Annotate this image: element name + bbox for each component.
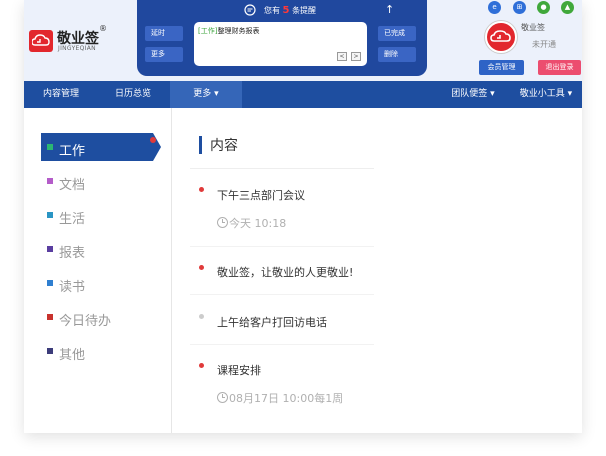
divider <box>190 168 374 169</box>
clock-icon <box>217 392 228 403</box>
header: 敬业签 ® JINGYEQIAN 您有 5 条提醒 ↑ 延时 更多 [工作]整理… <box>24 0 582 81</box>
content-panel: 内容 下午三点部门会议 今天 10:18 敬业签，让敬业的人更敬业! 上午给客户… <box>172 108 582 433</box>
entry-status-dot <box>199 187 204 192</box>
entry-time: 08月17日 10:00每1周 <box>217 390 343 406</box>
android-icon[interactable]: ▲ <box>561 1 574 14</box>
entry-title[interactable]: 课程安排 <box>217 362 261 378</box>
entry-title[interactable]: 上午给客户打回访电话 <box>217 314 327 330</box>
app-window: 敬业签 ® JINGYEQIAN 您有 5 条提醒 ↑ 延时 更多 [工作]整理… <box>24 0 582 433</box>
done-button[interactable]: 已完成 <box>378 26 416 41</box>
sidebar-item-label: 生活 <box>59 212 86 227</box>
chevron-down-icon: ▾ <box>490 89 495 99</box>
sidebar-item-docs[interactable]: 文档 <box>41 167 153 195</box>
reminder-text: 您有 5 条提醒 <box>264 5 316 16</box>
note-body: 整理财务报表 <box>217 27 260 35</box>
reminder-count: 5 <box>282 5 290 16</box>
arrow-up-icon[interactable]: ↑ <box>385 3 394 16</box>
chevron-down-icon: ▾ <box>214 89 219 99</box>
sidebar-item-label: 读书 <box>59 280 86 295</box>
note-text: [工作]整理财务报表 <box>198 26 259 36</box>
entry-time-text: 今天 10:18 <box>229 217 287 230</box>
logo-icon <box>29 30 53 52</box>
sidebar-item-label: 其他 <box>59 348 86 363</box>
entry-time: 今天 10:18 <box>217 215 286 231</box>
windows-icon[interactable]: ⊞ <box>513 1 526 14</box>
prev-note-button[interactable]: < <box>337 52 347 61</box>
clock-icon <box>217 217 228 228</box>
category-color <box>47 280 53 286</box>
category-color <box>47 348 53 354</box>
reminder-suffix: 条提醒 <box>292 6 317 15</box>
registered-mark: ® <box>99 24 107 33</box>
entry-status-dot <box>199 363 204 368</box>
entry-title[interactable]: 下午三点部门会议 <box>217 187 305 203</box>
entry-title[interactable]: 敬业签，让敬业的人更敬业! <box>217 264 353 280</box>
reminder-panel: 您有 5 条提醒 ↑ 延时 更多 [工作]整理财务报表 < > 已完成 删除 <box>137 0 427 76</box>
page-title: 内容 <box>210 138 238 154</box>
nav-more[interactable]: 更多 ▾ <box>170 81 242 108</box>
nav-team[interactable]: 团队便签 ▾ <box>440 81 506 108</box>
divider <box>190 246 374 247</box>
chevron-down-icon: ▾ <box>567 89 573 99</box>
delete-button[interactable]: 删除 <box>378 47 416 62</box>
unread-dot <box>150 137 156 143</box>
entry-status-dot <box>199 265 204 270</box>
next-note-button[interactable]: > <box>351 52 361 61</box>
member-button[interactable]: 会员管理 <box>479 60 524 75</box>
nav-calendar[interactable]: 日历总览 <box>98 81 168 108</box>
nav-team-label: 团队便签 <box>451 89 488 99</box>
category-color <box>47 144 53 150</box>
user-name: 敬业签 <box>521 23 545 32</box>
apple-icon[interactable]: ● <box>537 1 550 14</box>
sidebar-item-label: 文档 <box>59 178 86 193</box>
nav-content[interactable]: 内容管理 <box>24 81 98 108</box>
divider <box>190 294 374 295</box>
sidebar-item-reports[interactable]: 报表 <box>41 235 153 263</box>
sidebar-item-label: 报表 <box>59 246 86 261</box>
later-button[interactable]: 延时 <box>145 26 183 41</box>
ie-icon[interactable]: e <box>488 1 501 14</box>
sidebar-item-work[interactable]: 工作 <box>41 133 161 161</box>
divider <box>190 344 374 345</box>
nav-more-label: 更多 <box>193 89 212 99</box>
reminder-prefix: 您有 <box>264 6 280 15</box>
category-sidebar: 工作 文档 生活 报表 读书 今日待办 其他 <box>24 108 172 433</box>
user-status: 未开通 <box>532 40 556 49</box>
avatar[interactable] <box>485 21 517 53</box>
nav-tools[interactable]: 敬业小工具 ▾ <box>512 81 580 108</box>
sidebar-item-other[interactable]: 其他 <box>41 337 153 365</box>
logout-button[interactable]: 退出登录 <box>538 60 581 75</box>
sidebar-item-label: 工作 <box>59 144 86 159</box>
more-button[interactable]: 更多 <box>145 47 183 62</box>
note-tag: [工作] <box>198 27 218 35</box>
category-color <box>47 178 53 184</box>
category-color <box>47 212 53 218</box>
category-color <box>47 246 53 252</box>
brand-logo[interactable]: 敬业签 ® JINGYEQIAN <box>29 24 109 56</box>
reminder-note[interactable]: [工作]整理财务报表 < > <box>194 22 367 66</box>
message-icon <box>244 4 256 16</box>
sidebar-item-life[interactable]: 生活 <box>41 201 153 229</box>
nav-tools-label: 敬业小工具 <box>519 89 565 99</box>
entry-status-dot <box>199 314 204 319</box>
title-accent <box>199 136 202 154</box>
main-nav: 内容管理 日历总览 更多 ▾ 团队便签 ▾ 敬业小工具 ▾ <box>24 81 582 108</box>
sidebar-item-today[interactable]: 今日待办 <box>41 303 153 331</box>
entry-time-text: 08月17日 10:00每1周 <box>229 392 344 405</box>
sidebar-item-reading[interactable]: 读书 <box>41 269 153 297</box>
category-color <box>47 314 53 320</box>
brand-sub: JINGYEQIAN <box>58 45 96 52</box>
sidebar-item-label: 今日待办 <box>59 314 112 329</box>
